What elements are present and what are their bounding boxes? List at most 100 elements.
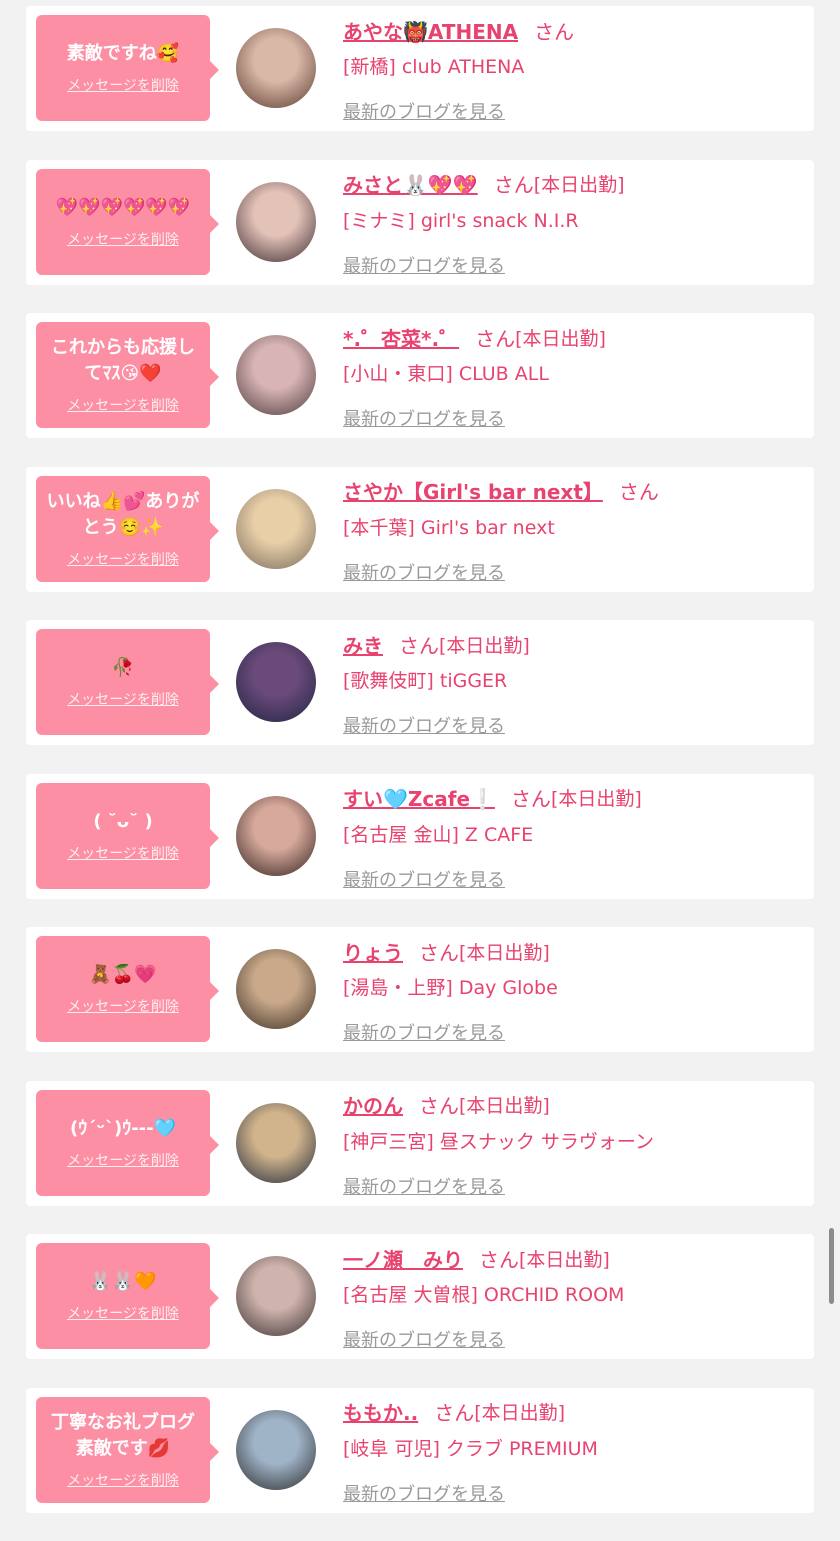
on-duty-label: [本日出勤]: [550, 788, 642, 810]
message-text: いいね👍💕ありがとう☺️✨: [46, 490, 200, 538]
delete-message-link[interactable]: メッセージを削除: [67, 1150, 179, 1170]
latest-blog-link[interactable]: 最新のブログを見る: [343, 405, 505, 431]
message-text: 🧸🍒💗: [89, 964, 157, 985]
delete-message-link[interactable]: メッセージを削除: [67, 1303, 179, 1323]
cast-info: すい🩵Zcafe❕ さん [本日出勤] [名古屋 金山] Z CAFE 最新のブロ…: [343, 783, 804, 892]
on-duty-label: [本日出勤]: [459, 1095, 550, 1117]
shop-label: [小山・東口] CLUB ALL: [343, 363, 549, 385]
on-duty-label: [本日出勤]: [474, 1402, 566, 1424]
message-text: 💖💖💖💖💖💖: [55, 196, 191, 218]
message-bubble: 🐰🐰🧡 メッセージを削除: [36, 1243, 219, 1349]
delete-message-link[interactable]: メッセージを削除: [67, 843, 179, 863]
cast-info: あやな👹ATHENA さん [新橋] club ATHENA 最新のブログを見る: [343, 15, 804, 124]
shop-label: [神戸三宮] 昼スナック サラヴォーン: [343, 1130, 654, 1153]
cast-name-link[interactable]: あやな👹ATHENA: [343, 16, 518, 45]
on-duty-label: [本日出勤]: [519, 1248, 610, 1271]
latest-blog-link[interactable]: 最新のブログを見る: [343, 98, 505, 124]
message-bubble: (ｳ´ᵕ`)ｳ---🩵 メッセージを削除: [36, 1089, 219, 1196]
latest-blog-link[interactable]: 最新のブログを見る: [343, 559, 505, 585]
cast-name-link[interactable]: 一ノ瀬 みり: [343, 1244, 463, 1273]
on-duty-label: [本日出勤]: [533, 174, 625, 196]
delete-message-link[interactable]: メッセージを削除: [67, 1470, 179, 1490]
avatar[interactable]: [236, 949, 316, 1029]
cast-name-link[interactable]: さやか【Girl's bar next】: [343, 476, 603, 505]
avatar[interactable]: [236, 1102, 316, 1183]
message-bubble: これからも応援してﾏｽ😘❤️ メッセージを削除: [36, 322, 219, 428]
cast-info: さやか【Girl's bar next】 さん [本千葉] Girl's bar…: [343, 476, 804, 585]
honorific-label: さん: [399, 633, 439, 658]
message-bubble: 素敵ですね🥰 メッセージを削除: [36, 15, 219, 121]
list-item: (ｳ´ᵕ`)ｳ---🩵 メッセージを削除 かのん さん [本日出勤] [神戸三宮]…: [26, 1080, 814, 1206]
shop-label: [新橋] club ATHENA: [343, 56, 525, 78]
avatar[interactable]: [236, 488, 316, 569]
list-item: ( ˘ᴗ˘ ) メッセージを削除 すい🩵Zcafe❕ さん [本日出勤] [名古屋…: [26, 773, 814, 899]
shop-label: [岐阜 可児] クラブ PREMIUM: [343, 1437, 598, 1460]
message-text: 🥀: [111, 657, 135, 678]
cast-info: *.゜杏菜*.゜ さん [本日出勤] [小山・東口] CLUB ALL 最新のブロ…: [343, 322, 804, 431]
delete-message-link[interactable]: メッセージを削除: [67, 229, 179, 249]
honorific-label: さん: [419, 940, 459, 965]
cast-info: ももか.. さん [本日出勤] [岐阜 可児] クラブ PREMIUM 最新のブロ…: [343, 1397, 804, 1506]
delete-message-link[interactable]: メッセージを削除: [67, 689, 179, 709]
avatar[interactable]: [236, 1409, 316, 1490]
cast-name-link[interactable]: すい🩵Zcafe❕: [343, 783, 495, 812]
latest-blog-link[interactable]: 最新のブログを見る: [343, 1019, 505, 1045]
honorific-label: さん: [510, 787, 551, 811]
shop-label: [歌舞伎町] tiGGER: [343, 670, 508, 692]
list-item: これからも応援してﾏｽ😘❤️ メッセージを削除 *.゜杏菜*.゜ さん [本日出勤…: [26, 313, 814, 438]
list-item: いいね👍💕ありがとう☺️✨ メッセージを削除 さやか【Girl's bar ne…: [26, 466, 814, 592]
avatar[interactable]: [236, 181, 316, 262]
latest-blog-link[interactable]: 最新のブログを見る: [343, 252, 505, 278]
list-item: 🧸🍒💗 メッセージを削除 りょう さん [本日出勤] [湯島・上野] Day Gl…: [26, 927, 814, 1052]
delete-message-link[interactable]: メッセージを削除: [67, 395, 179, 415]
message-bubble: いいね👍💕ありがとう☺️✨ メッセージを削除: [36, 475, 219, 582]
delete-message-link[interactable]: メッセージを削除: [67, 996, 179, 1016]
avatar[interactable]: [236, 28, 316, 108]
latest-blog-link[interactable]: 最新のブログを見る: [343, 866, 505, 892]
latest-blog-link[interactable]: 最新のブログを見る: [343, 712, 505, 738]
cast-name-link[interactable]: かのん: [343, 1090, 403, 1119]
honorific-label: さん: [493, 173, 534, 197]
avatar[interactable]: [236, 335, 316, 415]
shop-label: [ミナミ] girl's snack N.I.R: [343, 209, 579, 232]
message-text: 🐰🐰🧡: [89, 1271, 157, 1292]
message-bubble: 丁寧なお礼ブログ素敵です💋 メッセージを削除: [36, 1396, 219, 1503]
shop-label: [名古屋 金山] Z CAFE: [343, 823, 534, 846]
delete-message-link[interactable]: メッセージを削除: [67, 549, 179, 569]
message-text: 素敵ですね🥰: [66, 43, 180, 64]
cast-info: みき さん [本日出勤] [歌舞伎町] tiGGER 最新のブログを見る: [343, 629, 804, 738]
message-text: ( ˘ᴗ˘ ): [93, 810, 153, 832]
cast-name-link[interactable]: *.゜杏菜*.゜: [343, 323, 459, 352]
on-duty-label: [本日出勤]: [459, 941, 550, 964]
scrollbar[interactable]: [829, 1228, 834, 1304]
honorific-label: さん: [434, 1401, 475, 1425]
delete-message-link[interactable]: メッセージを削除: [67, 75, 179, 95]
cast-name-link[interactable]: りょう: [343, 937, 403, 966]
cast-name-link[interactable]: みさと🐰💖💖: [343, 169, 478, 198]
message-text: これからも応援してﾏｽ😘❤️: [51, 337, 195, 384]
cast-info: かのん さん [本日出勤] [神戸三宮] 昼スナック サラヴォーン 最新のブログを…: [343, 1090, 804, 1199]
shop-label: [名古屋 大曽根] ORCHID ROOM: [343, 1284, 625, 1306]
honorific-label: さん: [618, 480, 659, 504]
list-item: 丁寧なお礼ブログ素敵です💋 メッセージを削除 ももか.. さん [本日出勤] [岐…: [26, 1387, 814, 1513]
avatar[interactable]: [236, 795, 316, 876]
avatar[interactable]: [236, 1256, 316, 1336]
honorific-label: さん: [419, 1094, 459, 1118]
cast-name-link[interactable]: みき: [343, 630, 383, 659]
cast-info: 一ノ瀬 みり さん [本日出勤] [名古屋 大曽根] ORCHID ROOM 最新…: [343, 1243, 804, 1352]
latest-blog-link[interactable]: 最新のブログを見る: [343, 1173, 505, 1199]
message-list: 素敵ですね🥰 メッセージを削除 あやな👹ATHENA さん [新橋] club …: [0, 6, 840, 1541]
message-text: (ｳ´ᵕ`)ｳ---🩵: [69, 1117, 177, 1139]
on-duty-label: [本日出勤]: [515, 327, 606, 350]
latest-blog-link[interactable]: 最新のブログを見る: [343, 1480, 505, 1506]
list-item: 💖💖💖💖💖💖 メッセージを削除 みさと🐰💖💖 さん [本日出勤] [ミナミ] gi…: [26, 159, 814, 285]
honorific-label: さん: [534, 19, 575, 44]
latest-blog-link[interactable]: 最新のブログを見る: [343, 1326, 505, 1352]
cast-name-link[interactable]: ももか..: [343, 1397, 418, 1426]
on-duty-label: [本日出勤]: [439, 634, 530, 657]
list-item: 🐰🐰🧡 メッセージを削除 一ノ瀬 みり さん [本日出勤] [名古屋 大曽根] O…: [26, 1234, 814, 1359]
list-item: 素敵ですね🥰 メッセージを削除 あやな👹ATHENA さん [新橋] club …: [26, 6, 814, 131]
avatar[interactable]: [236, 642, 316, 722]
message-bubble: 🥀 メッセージを削除: [36, 629, 219, 735]
cast-info: りょう さん [本日出勤] [湯島・上野] Day Globe 最新のブログを見る: [343, 936, 804, 1045]
